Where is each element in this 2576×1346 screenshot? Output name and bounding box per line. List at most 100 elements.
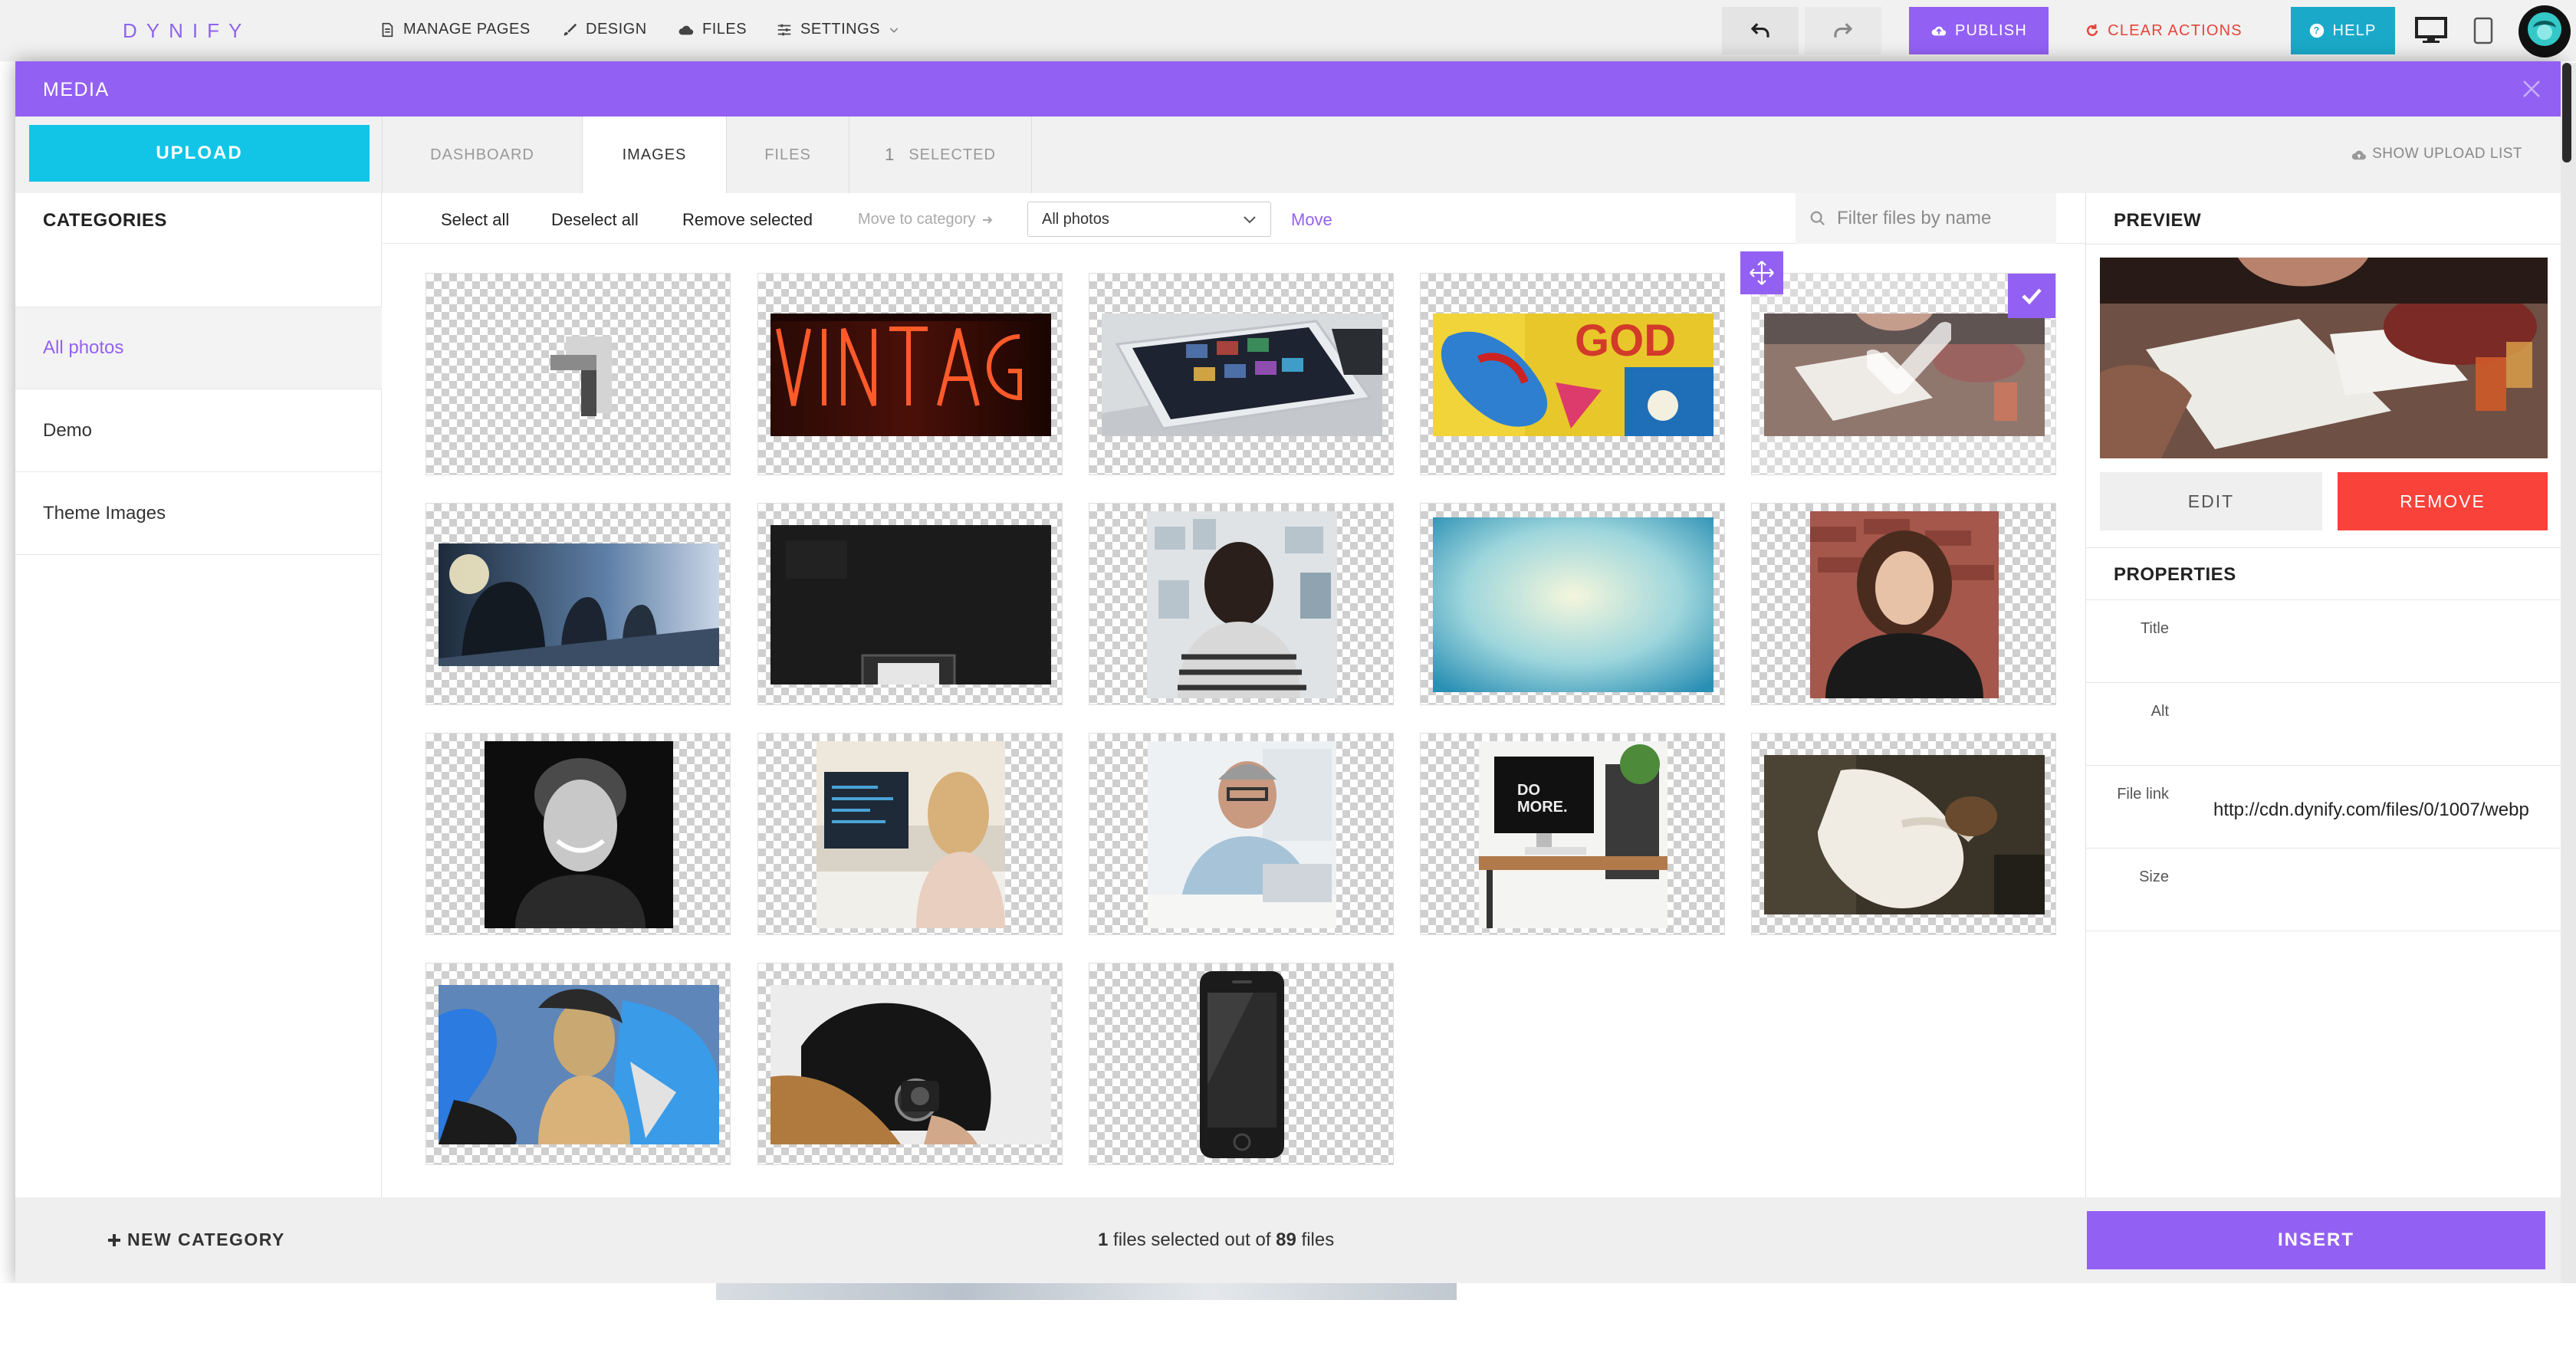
image-tile-woman-computer[interactable]	[757, 733, 1063, 935]
nav-settings[interactable]: SETTINGS	[776, 21, 900, 38]
check-icon	[2022, 288, 2042, 304]
user-avatar[interactable]	[2518, 5, 2571, 62]
filter-files-input[interactable]: Filter files by name	[1796, 193, 2056, 244]
image-tile-meeting-table[interactable]	[1751, 273, 2056, 475]
file-link-field[interactable]: http://cdn.dynify.com/files/0/1007/webp	[2213, 799, 2558, 821]
nav-design[interactable]: DESIGN	[561, 21, 647, 38]
desktop-view-button[interactable]	[2415, 17, 2447, 48]
divider	[2086, 547, 2561, 548]
cloud-upload-icon	[2351, 150, 2367, 160]
graffiti-woman-image	[439, 985, 719, 1144]
image-tile-man-portrait-bw[interactable]	[426, 733, 731, 935]
image-tile-vintage-neon[interactable]	[757, 273, 1063, 475]
svg-text:MORE.: MORE.	[1517, 799, 1568, 816]
smartphone-image	[1200, 971, 1284, 1158]
filter-placeholder: Filter files by name	[1837, 208, 1992, 228]
preview-title: PREVIEW	[2114, 210, 2202, 231]
drag-handle[interactable]	[1740, 251, 1783, 294]
man-portrait-bw-image	[485, 741, 673, 928]
question-circle-icon: ?	[2310, 23, 2325, 38]
category-demo[interactable]: Demo	[15, 389, 382, 472]
new-category-button[interactable]: NEW CATEGORY	[107, 1229, 285, 1250]
clear-actions-button[interactable]: CLEAR ACTIONS	[2070, 7, 2257, 54]
category-theme-images[interactable]: Theme Images	[15, 472, 382, 555]
tab-dashboard[interactable]: DASHBOARD	[382, 117, 583, 193]
nav-files[interactable]: FILES	[678, 21, 747, 38]
modal-title: MEDIA	[43, 79, 110, 100]
page-scrollbar[interactable]	[2561, 63, 2576, 1285]
remove-button[interactable]: REMOVE	[2338, 472, 2548, 530]
edit-button[interactable]: EDIT	[2100, 472, 2322, 530]
show-upload-list-button[interactable]: SHOW UPLOAD LIST	[2351, 146, 2522, 163]
arrow-right-icon	[983, 215, 993, 224]
insert-button[interactable]: INSERT	[2087, 1211, 2545, 1269]
publish-button[interactable]: PUBLISH	[1909, 7, 2049, 54]
image-tile-desk-imac[interactable]: DO MORE.	[1420, 733, 1725, 935]
tab-images[interactable]: IMAGES	[583, 117, 727, 193]
image-tile-woman-sleeve[interactable]	[1751, 733, 2056, 935]
image-tile-man-wall[interactable]	[1089, 503, 1394, 705]
category-label: All photos	[43, 337, 124, 358]
category-all-photos[interactable]: All photos	[15, 307, 382, 389]
chevron-down-icon	[889, 27, 899, 33]
nav-manage-pages[interactable]: MANAGE PAGES	[379, 21, 531, 38]
image-tile-graffiti-god[interactable]: GOD	[1420, 273, 1725, 475]
image-tile-cyclists[interactable]	[426, 503, 731, 705]
plus-icon	[108, 1233, 120, 1246]
vintage-neon-image	[770, 314, 1051, 436]
new-category-label: NEW CATEGORY	[127, 1229, 285, 1249]
category-select[interactable]: All photos	[1027, 202, 1271, 237]
woman-portrait-image	[1810, 511, 1999, 698]
modal-close-button[interactable]	[2518, 75, 2545, 103]
image-tile-tablet[interactable]	[1089, 273, 1394, 475]
publish-label: PUBLISH	[1955, 21, 2027, 39]
deselect-all-button[interactable]: Deselect all	[551, 210, 639, 230]
selected-count: 1	[1098, 1229, 1109, 1250]
undo-button[interactable]	[1722, 7, 1799, 54]
status-text: files selected out of	[1108, 1229, 1276, 1250]
camera-coat-image	[770, 985, 1051, 1144]
app-logo[interactable]: DYNIFY	[123, 19, 251, 43]
selected-check-badge[interactable]	[2008, 274, 2055, 318]
refresh-icon	[2087, 24, 2098, 36]
help-button[interactable]: ? HELP	[2291, 7, 2395, 54]
media-toolbar: Select all Deselect all Remove selected …	[383, 193, 2085, 244]
tab-selected[interactable]: 1 SELECTED	[849, 117, 1032, 193]
image-tile-man-laptop[interactable]	[1089, 733, 1394, 935]
woman-sleeve-image	[1764, 755, 2045, 914]
page-icon	[382, 22, 393, 37]
help-label: HELP	[2332, 21, 2377, 39]
image-tile-graffiti-woman[interactable]	[426, 963, 731, 1165]
tablet-view-button[interactable]	[2473, 17, 2493, 48]
man-wall-image	[1147, 511, 1337, 698]
category-label: Demo	[43, 419, 93, 441]
categories-title: CATEGORIES	[43, 210, 167, 231]
upload-button[interactable]: UPLOAD	[29, 125, 370, 182]
image-tile-logo-shape[interactable]	[426, 273, 731, 475]
image-tile-woman-portrait[interactable]	[1751, 503, 2056, 705]
tablet-icon	[2473, 17, 2493, 44]
svg-text:DO: DO	[1517, 782, 1540, 799]
tab-files-label: FILES	[764, 146, 811, 163]
image-tile-blue-gradient[interactable]	[1420, 503, 1725, 705]
brush-icon	[564, 23, 577, 35]
move-button[interactable]: Move	[1291, 210, 1332, 230]
redo-button[interactable]	[1805, 7, 1881, 54]
property-size-row: Size	[2086, 849, 2561, 931]
sliders-icon	[777, 24, 791, 35]
image-tile-smartphone[interactable]	[1089, 963, 1394, 1165]
select-all-button[interactable]: Select all	[441, 210, 509, 230]
image-tile-camera-coat[interactable]	[757, 963, 1063, 1165]
move-to-category-text: Move to category	[858, 211, 976, 228]
remove-selected-button[interactable]: Remove selected	[682, 210, 813, 230]
image-tile-dark-desk[interactable]	[757, 503, 1063, 705]
svg-text:GOD: GOD	[1575, 316, 1676, 366]
tab-files[interactable]: FILES	[727, 117, 849, 193]
property-label: File link	[2117, 786, 2169, 803]
scrollbar-thumb[interactable]	[2562, 63, 2571, 163]
background-page-image	[716, 1283, 1457, 1300]
tab-dashboard-label: DASHBOARD	[430, 146, 534, 163]
preview-panel: PREVIEW EDIT REMOVE PROPERTIES Title Alt	[2085, 193, 2561, 1197]
media-tab-row: UPLOAD DASHBOARD IMAGES FILES 1 SELECTED…	[15, 117, 2561, 193]
categories-sidebar: CATEGORIES All photos Demo Theme Images	[15, 193, 382, 1197]
